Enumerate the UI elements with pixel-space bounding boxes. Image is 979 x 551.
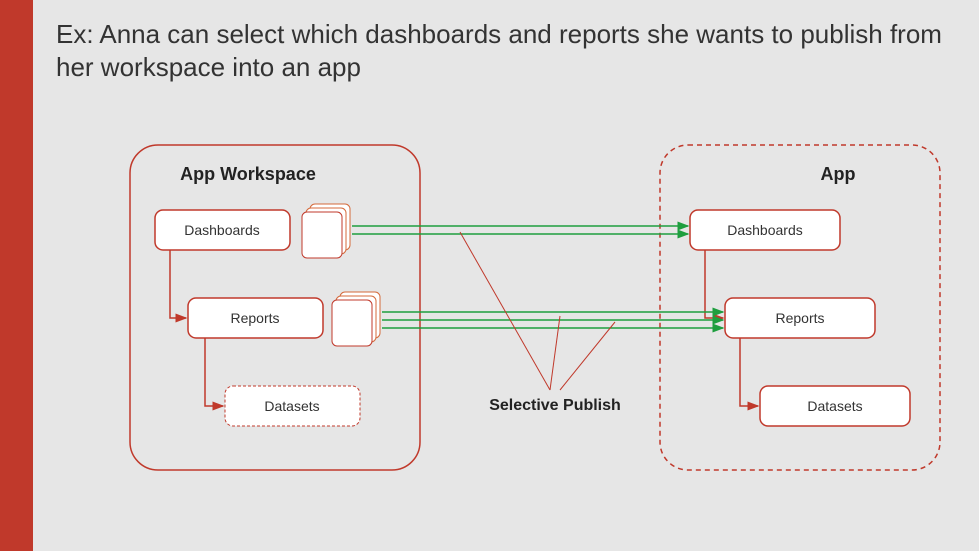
app-datasets-label: Datasets: [807, 398, 862, 414]
callout-line-3: [560, 322, 615, 390]
callout-line-2: [550, 316, 560, 390]
callout-line-1: [460, 232, 550, 390]
diagram-canvas: App Workspace Dashboards Reports Dataset…: [0, 0, 979, 551]
dashboards-stack-icon: [302, 204, 350, 258]
workspace-heading: App Workspace: [180, 164, 316, 184]
workspace-reports-label: Reports: [230, 310, 279, 326]
selective-publish-label: Selective Publish: [489, 397, 621, 414]
ws-edge-dash-to-reports: [170, 250, 186, 318]
app-heading: App: [821, 164, 856, 184]
app-dashboards-label: Dashboards: [727, 222, 803, 238]
app-reports-label: Reports: [775, 310, 824, 326]
reports-stack-icon: [332, 292, 380, 346]
ws-edge-reports-to-datasets: [205, 338, 223, 406]
workspace-dashboards-label: Dashboards: [184, 222, 260, 238]
app-edge-reports-to-datasets: [740, 338, 758, 406]
app-edge-dash-to-reports: [705, 250, 723, 318]
workspace-datasets-label: Datasets: [264, 398, 319, 414]
